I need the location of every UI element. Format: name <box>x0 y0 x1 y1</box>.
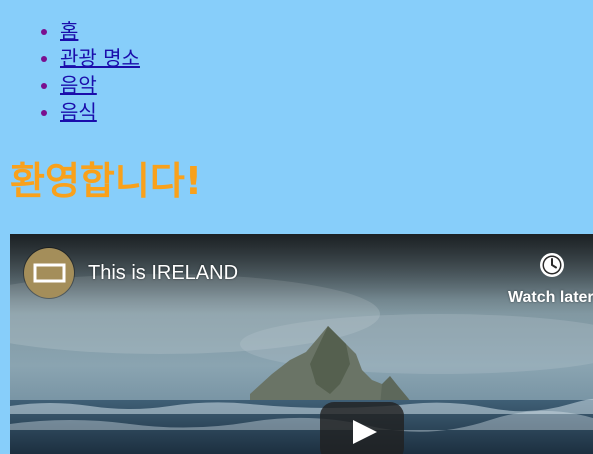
play-icon <box>353 420 377 444</box>
clock-icon <box>540 253 564 277</box>
nav-item-home: 홈 <box>60 18 140 45</box>
watch-later-button[interactable]: Watch later <box>508 250 593 310</box>
nav-item-attractions: 관광 명소 <box>60 45 140 72</box>
video-title[interactable]: This is IRELAND <box>88 261 238 285</box>
nav-link-food[interactable]: 음식 <box>60 100 97 124</box>
nav-item-music: 음악 <box>60 72 140 99</box>
watch-later-label: Watch later <box>508 289 593 306</box>
channel-avatar[interactable] <box>24 248 74 298</box>
nav-link-attractions[interactable]: 관광 명소 <box>60 46 140 70</box>
nav-link-music[interactable]: 음악 <box>60 73 97 97</box>
nav-list: 홈 관광 명소 음악 음식 <box>0 18 140 126</box>
channel-logo-icon <box>33 263 66 283</box>
nav-link-home[interactable]: 홈 <box>60 19 78 43</box>
nav-item-food: 음식 <box>60 99 140 126</box>
video-embed[interactable]: This is IRELAND Watch later <box>10 234 593 454</box>
page-title: 환영합니다! <box>10 159 203 203</box>
play-button[interactable] <box>320 402 404 454</box>
